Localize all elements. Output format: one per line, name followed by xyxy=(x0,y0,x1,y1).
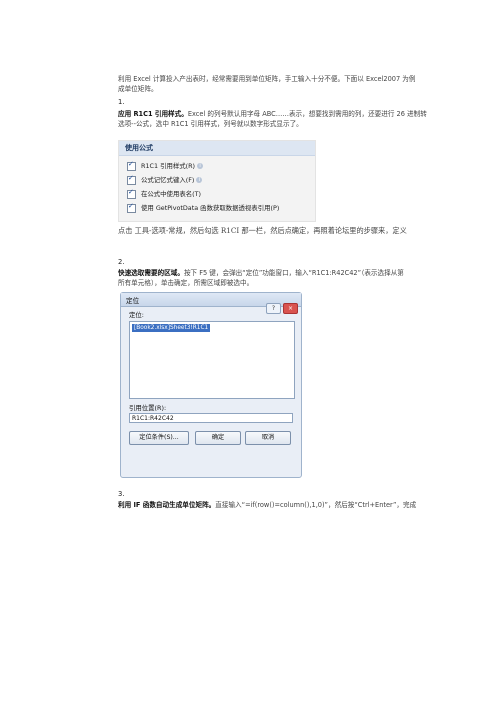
info-icon: i xyxy=(196,177,203,183)
checkbox-autocomplete[interactable] xyxy=(127,174,136,185)
step-1-heading: 应用 R1C1 引用样式。 xyxy=(118,110,188,118)
step-2-heading: 快速选取需要的区域。 xyxy=(118,269,184,277)
option-getpivotdata-label: 使用 GetPivotData 函数获取数据透视表引用(P) xyxy=(141,204,280,212)
step-1-note: 点击 工具-选项-常规，然后勾选 R1CI 那一栏，然后点确定，再照着论坛里的步… xyxy=(118,226,407,235)
option-autocomplete-label: 公式记忆式键入(F) xyxy=(141,176,195,184)
step-2-paragraph: 快速选取需要的区域。按下 F5 键，会弹出“定位”功能窗口，输入“R1C1:R4… xyxy=(118,268,404,278)
step-2-number: 2. xyxy=(118,258,125,266)
checkbox-table-names[interactable] xyxy=(127,188,136,199)
step-3-text: 直接输入“=if(row()=column(),1,0)”，然后按“Ctrl+E… xyxy=(215,501,417,509)
option-autocomplete[interactable]: 公式记忆式键入(F)i xyxy=(127,174,203,185)
step-3-number: 3. xyxy=(118,490,125,498)
option-table-names-label: 在公式中使用表名(T) xyxy=(141,190,202,198)
option-r1c1[interactable]: R1C1 引用样式(R)i xyxy=(127,160,204,171)
option-table-names[interactable]: 在公式中使用表名(T) xyxy=(127,188,202,199)
step-2-text-2: 所有单元格），单击确定，所需区域即被选中。 xyxy=(118,279,254,287)
intro-line-1: 利用 Excel 计算投入产出表时，经常需要用到单位矩阵，手工输入十分不便。下面… xyxy=(118,75,416,83)
info-icon: i xyxy=(197,163,204,169)
dialog-title-bar: 定位 ? × xyxy=(121,293,301,314)
checkbox-getpivotdata[interactable] xyxy=(127,202,136,213)
cancel-button[interactable]: 取消 xyxy=(245,431,291,445)
close-button[interactable]: × xyxy=(283,303,298,314)
ok-button[interactable]: 确定 xyxy=(195,431,241,445)
option-getpivotdata[interactable]: 使用 GetPivotData 函数获取数据透视表引用(P) xyxy=(127,202,280,213)
help-button[interactable]: ? xyxy=(266,303,281,314)
panel-title: 使用公式 xyxy=(125,144,153,152)
dialog-title: 定位 xyxy=(126,297,140,305)
step-1-text-2: 选项--公式，选中 R1C1 引用样式，列号就以数字形式显示了。 xyxy=(118,120,303,128)
goto-dialog: 定位 ? × 定位: [Book2.xlsx]Sheet3!R1C1 引用位置(R… xyxy=(120,292,302,478)
intro-line-2: 成单位矩阵。 xyxy=(118,85,158,93)
reference-input[interactable]: R1C1:R42C42 xyxy=(129,413,293,423)
step-3-paragraph: 利用 IF 函数自动生成单位矩阵。直接输入“=if(row()=column()… xyxy=(118,500,416,510)
step-1-number: 1. xyxy=(118,98,125,106)
goto-list-item[interactable]: [Book2.xlsx]Sheet3!R1C1 xyxy=(132,324,211,332)
step-3-heading: 利用 IF 函数自动生成单位矩阵。 xyxy=(118,501,216,509)
special-button[interactable]: 定位条件(S)... xyxy=(129,431,189,445)
formula-options-panel: 使用公式 R1C1 引用样式(R)i 公式记忆式键入(F)i 在公式中使用表名(… xyxy=(118,140,316,222)
step-2-text: 按下 F5 键，会弹出“定位”功能窗口，输入“R1C1:R42C42”（表示选择… xyxy=(183,269,404,277)
checkbox-r1c1[interactable] xyxy=(127,160,136,171)
panel-header: 使用公式 xyxy=(119,141,315,156)
option-r1c1-label: R1C1 引用样式(R) xyxy=(141,162,196,170)
goto-list[interactable]: [Book2.xlsx]Sheet3!R1C1 xyxy=(129,321,295,399)
reference-label: 引用位置(R): xyxy=(129,404,167,412)
goto-label: 定位: xyxy=(129,311,144,319)
step-1-text: Excel 的列号默认用字母 ABC……表示，想要找到需用的列，还要进行 26 … xyxy=(187,110,427,118)
step-1-paragraph: 应用 R1C1 引用样式。Excel 的列号默认用字母 ABC……表示，想要找到… xyxy=(118,109,427,119)
